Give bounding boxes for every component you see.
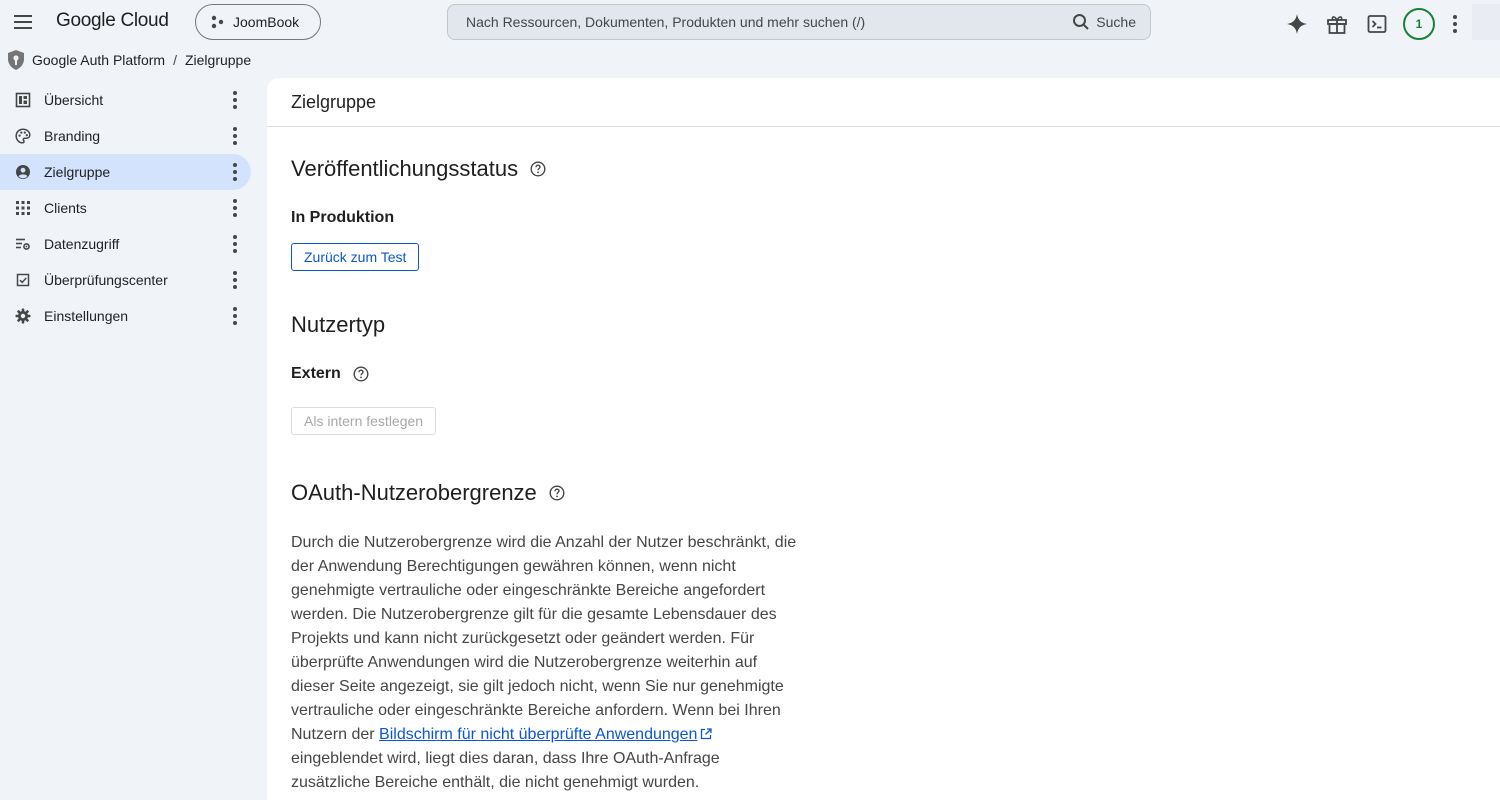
hamburger-icon xyxy=(14,15,32,17)
user-type-value-row: Extern xyxy=(291,365,369,383)
data-access-icon xyxy=(14,235,32,253)
more-vert-icon[interactable] xyxy=(223,86,247,114)
top-actions: 1 xyxy=(1283,8,1467,40)
gear-icon xyxy=(14,307,32,325)
project-picker-button[interactable]: JoomBook xyxy=(195,4,321,40)
breadcrumb-separator: / xyxy=(173,52,177,68)
grid-icon xyxy=(14,199,32,217)
shield-icon xyxy=(8,50,24,70)
more-vert-icon[interactable] xyxy=(223,230,247,258)
publishing-status-title: Veröffentlichungsstatus xyxy=(291,156,519,181)
oauth-cap-description: Durch die Nutzerobergrenze wird die Anza… xyxy=(291,531,803,795)
help-icon[interactable] xyxy=(530,161,546,177)
project-icon xyxy=(211,15,224,29)
help-icon[interactable] xyxy=(353,366,369,382)
sparkle-icon xyxy=(1287,14,1307,34)
project-name: JoomBook xyxy=(233,14,300,30)
oauth-cap-title: OAuth-Nutzerobergrenze xyxy=(291,480,537,505)
account-avatar[interactable]: 1 xyxy=(1403,8,1435,40)
more-vert-icon[interactable] xyxy=(223,194,247,222)
sidebar-item-label: Überprüfungscenter xyxy=(44,272,168,288)
sidebar-item-label: Einstellungen xyxy=(44,308,129,324)
main-panel: Zielgruppe Veröffentlichungsstatus In Pr… xyxy=(267,78,1500,800)
more-vert-icon[interactable] xyxy=(223,266,247,294)
gemini-button[interactable] xyxy=(1283,10,1311,38)
sidebar-item-label: Clients xyxy=(44,200,87,216)
sidebar-item-label: Übersicht xyxy=(44,92,104,108)
more-vert-icon[interactable] xyxy=(223,122,247,150)
breadcrumb-parent-link[interactable]: Google Auth Platform xyxy=(32,52,165,68)
sidebar-item-label: Zielgruppe xyxy=(44,164,111,180)
profile-stub xyxy=(1472,4,1500,40)
sidebar-item-label: Branding xyxy=(44,128,101,144)
external-link-icon xyxy=(701,728,713,740)
unverified-apps-link[interactable]: Bildschirm für nicht überprüfte Anwendun… xyxy=(379,726,713,743)
terminal-icon xyxy=(1367,15,1387,33)
search-button[interactable]: Suche xyxy=(1072,13,1136,31)
back-to-test-button[interactable]: Zurück zum Test xyxy=(291,243,420,271)
user-type-value: Extern xyxy=(291,365,341,382)
check-box-icon xyxy=(14,271,32,289)
more-vert-icon xyxy=(1453,15,1457,19)
search-button-label: Suche xyxy=(1096,14,1136,30)
publishing-status-value: In Produktion xyxy=(291,209,395,226)
more-options-button[interactable] xyxy=(1443,10,1467,38)
breadcrumb-current: Zielgruppe xyxy=(184,52,252,68)
gift-icon xyxy=(1327,16,1347,34)
gift-button[interactable] xyxy=(1323,10,1351,38)
more-vert-icon[interactable] xyxy=(223,302,247,330)
sidebar: Übersicht Branding Zielgruppe Clients Da… xyxy=(0,82,262,334)
user-type-heading: Nutzertyp xyxy=(291,312,386,337)
sidebar-item-uebersicht[interactable]: Übersicht xyxy=(0,82,251,118)
breadcrumb: Google Auth Platform / Zielgruppe xyxy=(6,48,251,72)
set-internal-button: Als intern festlegen xyxy=(291,407,437,435)
sidebar-item-clients[interactable]: Clients xyxy=(0,190,251,226)
sidebar-item-ueberpruefungscenter[interactable]: Überprüfungscenter xyxy=(0,262,251,298)
palette-icon xyxy=(14,127,32,145)
sidebar-item-zielgruppe[interactable]: Zielgruppe xyxy=(0,154,251,190)
person-icon xyxy=(14,163,32,181)
main-menu-button[interactable] xyxy=(10,9,36,35)
sidebar-item-datenzugriff[interactable]: Datenzugriff xyxy=(0,226,251,262)
search-bar: Suche xyxy=(447,4,1151,40)
sidebar-item-einstellungen[interactable]: Einstellungen xyxy=(0,298,251,334)
page-title: Zielgruppe xyxy=(267,78,1500,127)
search-input[interactable] xyxy=(466,14,1073,30)
oauth-cap-text-after: eingeblendet wird, liegt dies daran, das… xyxy=(291,750,720,791)
top-bar: Google Cloud JoomBook Suche 1 xyxy=(0,0,1500,44)
more-vert-icon[interactable] xyxy=(223,158,247,186)
sidebar-item-label: Datenzugriff xyxy=(44,236,120,252)
help-icon[interactable] xyxy=(549,485,565,501)
sidebar-item-branding[interactable]: Branding xyxy=(0,118,251,154)
search-icon xyxy=(1073,14,1090,30)
cloud-shell-button[interactable] xyxy=(1363,10,1391,38)
dashboard-icon xyxy=(14,91,32,109)
publishing-status-heading: Veröffentlichungsstatus xyxy=(291,156,546,182)
google-cloud-logo[interactable]: Google Cloud xyxy=(56,10,169,32)
oauth-cap-heading: OAuth-Nutzerobergrenze xyxy=(291,480,565,506)
oauth-cap-text-before: Durch die Nutzerobergrenze wird die Anza… xyxy=(291,534,797,743)
